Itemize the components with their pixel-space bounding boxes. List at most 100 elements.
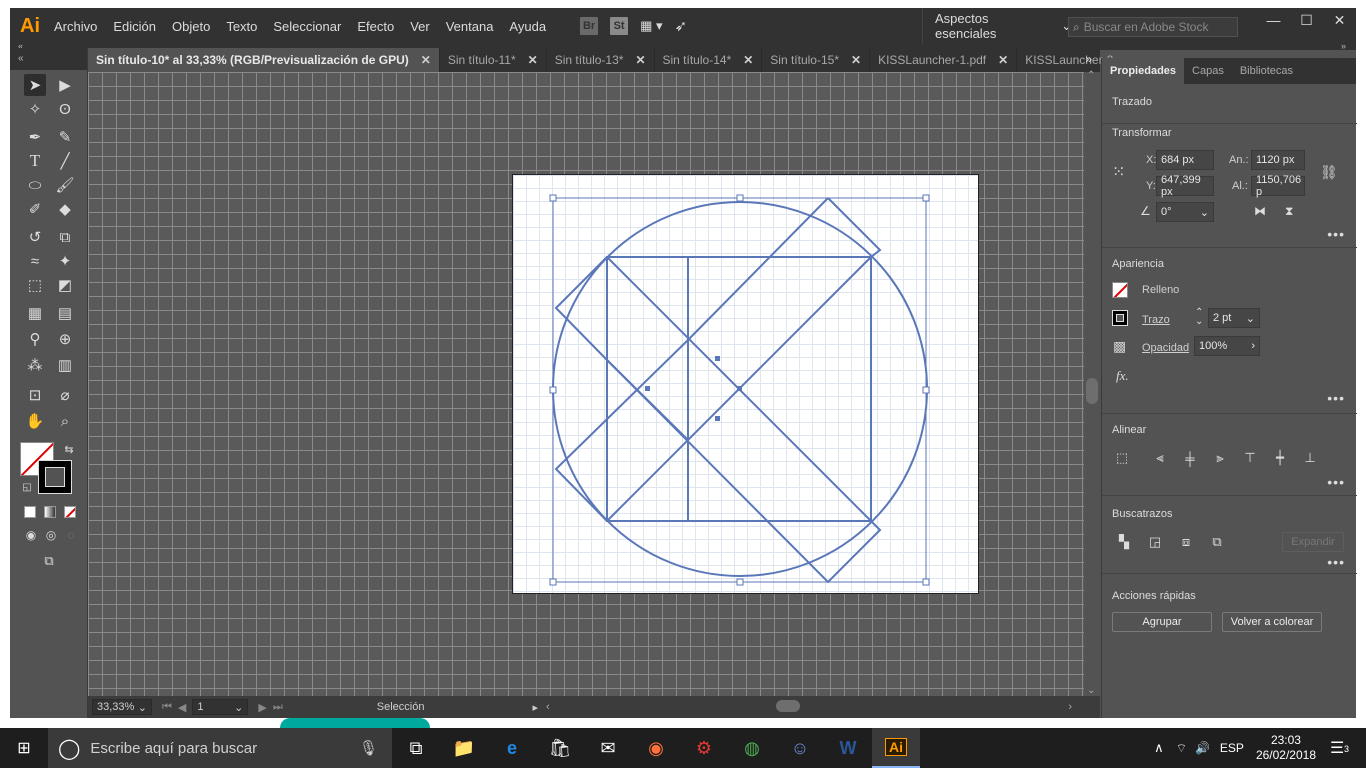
task-view-icon[interactable]: ⧉	[392, 728, 440, 768]
handle-bc[interactable]	[736, 578, 744, 586]
selection-tool-icon[interactable]: ➤	[24, 74, 46, 96]
menu-seleccionar[interactable]: Seleccionar	[265, 19, 349, 34]
paintbrush-icon[interactable]: 🖌	[54, 174, 76, 196]
bridge-icon[interactable]: Br	[580, 17, 599, 35]
scroll-up-icon[interactable]: ⌃	[1087, 70, 1095, 81]
column-graph-icon[interactable]: ▥	[54, 354, 76, 376]
menu-objeto[interactable]: Objeto	[164, 19, 218, 34]
illustrator-taskbar-icon[interactable]: Ai	[872, 728, 920, 768]
lasso-icon[interactable]: ʘ	[54, 98, 76, 120]
taskbar-search[interactable]: ◯ Escribe aquí para buscar 🎙	[48, 728, 392, 768]
language-indicator[interactable]: ESP	[1220, 741, 1244, 755]
curvature-tool-icon[interactable]: ✎	[54, 126, 76, 148]
clock[interactable]: 23:03 26/02/2018	[1256, 733, 1316, 763]
close-icon[interactable]: ✕	[1323, 8, 1356, 32]
eraser-icon[interactable]: ◆	[54, 198, 76, 220]
first-artboard-icon[interactable]: ⏮	[162, 701, 172, 714]
mail-icon[interactable]: ✉	[584, 728, 632, 768]
direct-selection-tool-icon[interactable]: ▶	[54, 74, 76, 96]
draw-behind-icon[interactable]: ◎	[40, 524, 62, 546]
stepper-icon[interactable]: ⌃ ⌄	[1195, 308, 1203, 327]
stock-icon[interactable]: St	[610, 17, 629, 35]
default-colors-icon[interactable]: ◱	[16, 476, 38, 498]
file-explorer-icon[interactable]: 📁	[440, 728, 488, 768]
width-tool-icon[interactable]: ≈	[24, 250, 46, 272]
menu-ventana[interactable]: Ventana	[438, 19, 502, 34]
workspace-switcher[interactable]: Aspectos esenciales ⌄	[922, 8, 1072, 44]
fx-icon[interactable]: fx.	[1116, 368, 1129, 384]
handle-ml[interactable]	[549, 386, 557, 394]
slice-tool-icon[interactable]: ⌀	[54, 384, 76, 406]
exclude-icon[interactable]: ⧉	[1209, 534, 1225, 550]
scroll-right-icon[interactable]: ›	[1068, 701, 1072, 713]
tab-sin-titulo-13[interactable]: Sin título-13* ✕	[547, 48, 655, 72]
artboard-tool-icon[interactable]: ⊡	[24, 384, 46, 406]
menu-ayuda[interactable]: Ayuda	[501, 19, 554, 34]
hand-tool-icon[interactable]: ✋	[24, 410, 46, 432]
artboard-select[interactable]: 1 ⌄	[192, 699, 249, 715]
perspective-grid-icon[interactable]: ▦	[24, 302, 46, 324]
expand-button[interactable]: Expandir	[1282, 532, 1344, 552]
ellipse-tool-icon[interactable]: ⬭	[24, 174, 46, 196]
align-center-h-icon[interactable]: ╪	[1182, 450, 1198, 466]
line-tool-icon[interactable]: ╱	[54, 150, 76, 172]
height-field[interactable]: 1150,706 p	[1251, 174, 1305, 198]
swap-fill-stroke-icon[interactable]: ⇆	[58, 438, 80, 460]
minimize-icon[interactable]: —	[1257, 8, 1290, 32]
stroke-label[interactable]: Trazo	[1142, 314, 1170, 326]
type-tool-icon[interactable]: T	[24, 150, 46, 172]
blend-tool-icon[interactable]: ⊕	[54, 328, 76, 350]
handle-tl[interactable]	[549, 194, 557, 202]
upper-long-edge[interactable]	[687, 197, 829, 341]
gradient-mode-icon[interactable]	[44, 506, 56, 518]
opacity-field[interactable]: 100% ›	[1194, 336, 1260, 356]
handle-mr[interactable]	[922, 386, 930, 394]
close-tab-icon[interactable]: ✕	[743, 53, 753, 67]
color-mode-icon[interactable]	[24, 506, 36, 518]
align-right-icon[interactable]: ⫸	[1212, 450, 1228, 466]
status-menu-icon[interactable]: ▸	[532, 701, 538, 714]
minus-front-icon[interactable]: ◲	[1147, 534, 1163, 550]
menu-efecto[interactable]: Efecto	[349, 19, 402, 34]
more-options-icon[interactable]: •••	[1327, 474, 1345, 490]
notifications-icon[interactable]: ☰ 3	[1330, 738, 1360, 758]
stroke-swatch-small[interactable]	[1112, 310, 1128, 326]
align-left-icon[interactable]: ⫷	[1152, 450, 1168, 466]
tab-kisslauncher-1[interactable]: KISSLauncher-1.pdf ✕	[870, 48, 1018, 72]
gpu-performance-icon[interactable]: ➶	[674, 17, 687, 35]
last-artboard-icon[interactable]: ⏭	[273, 701, 283, 714]
collapse-right-icon[interactable]: »	[1341, 41, 1346, 51]
horizontal-scroll-thumb[interactable]	[776, 700, 800, 712]
constrain-proportions-icon[interactable]: ⛓	[1320, 164, 1338, 181]
store-icon[interactable]: 🛍	[536, 728, 584, 768]
recolor-button[interactable]: Volver a colorear	[1222, 612, 1322, 632]
stroke-weight-field[interactable]: 2 pt ⌄	[1208, 308, 1260, 328]
group-button[interactable]: Agrupar	[1112, 612, 1212, 632]
app-red-icon[interactable]: ⚙	[680, 728, 728, 768]
opacity-label[interactable]: Opacidad	[1142, 342, 1189, 354]
rotate-tool-icon[interactable]: ↺	[24, 226, 46, 248]
arrange-documents-icon[interactable]: ▦ ▾	[640, 18, 662, 34]
close-tab-icon[interactable]: ✕	[421, 53, 431, 67]
left-diamond-top[interactable]	[554, 256, 689, 441]
scale-tool-icon[interactable]: ⧉	[54, 226, 76, 248]
handle-bl[interactable]	[549, 578, 557, 586]
draw-normal-icon[interactable]: ◉	[20, 524, 42, 546]
width-field[interactable]: 1120 px	[1251, 150, 1305, 170]
close-tab-icon[interactable]: ✕	[851, 53, 861, 67]
maximize-icon[interactable]: ☐	[1290, 8, 1323, 32]
tab-sin-titulo-11[interactable]: Sin título-11* ✕	[440, 48, 547, 72]
handle-tc[interactable]	[736, 194, 744, 202]
fill-none-swatch[interactable]	[1112, 282, 1128, 298]
menu-archivo[interactable]: Archivo	[46, 19, 105, 34]
symbol-sprayer-icon[interactable]: ⁂	[24, 354, 46, 376]
pen-tool-icon[interactable]: ✒	[24, 126, 46, 148]
gradient-tool-icon[interactable]: ▤	[54, 302, 76, 324]
flip-horizontal-icon[interactable]: ⧓	[1254, 204, 1266, 218]
firefox-icon[interactable]: ◉	[632, 728, 680, 768]
discord-icon[interactable]: ☺	[776, 728, 824, 768]
more-options-icon[interactable]: •••	[1327, 390, 1345, 406]
tab-bibliotecas[interactable]: Bibliotecas	[1232, 58, 1301, 84]
more-tabs-icon[interactable]: »	[1085, 52, 1092, 66]
toolbar-collapse-icon[interactable]: «	[10, 48, 87, 70]
